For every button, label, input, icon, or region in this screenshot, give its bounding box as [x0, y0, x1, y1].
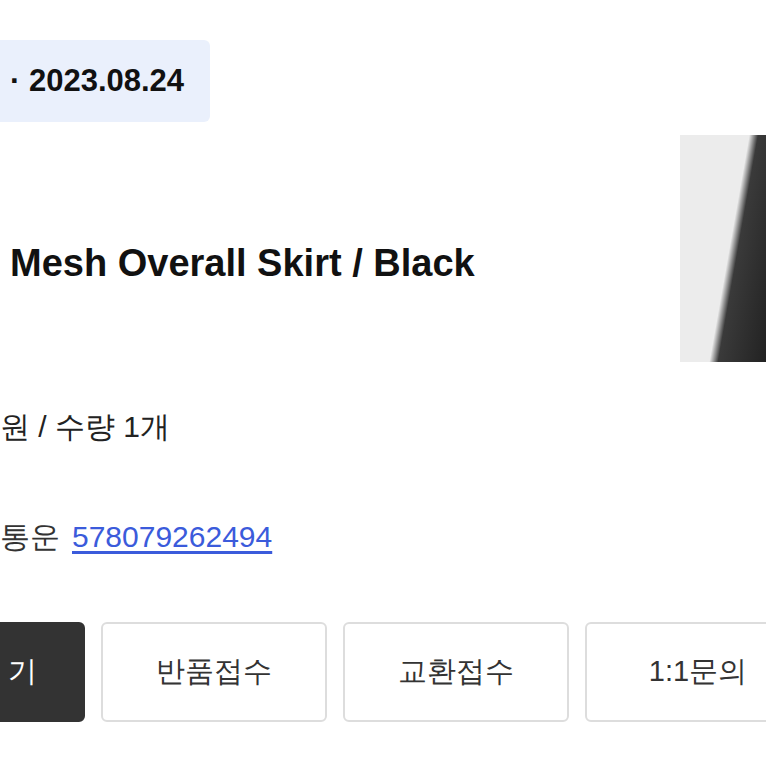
tracking-number-link[interactable]: 578079262494: [72, 517, 272, 557]
product-name[interactable]: Mesh Overall Skirt / Black: [0, 238, 668, 288]
status-badge: · 2023.08.24: [0, 40, 210, 122]
product-row: Mesh Overall Skirt / Black 원 / 수량 1개통운 578…: [0, 135, 766, 557]
action-buttons: 기반품접수교환접수1:1문의: [0, 622, 766, 722]
action-button[interactable]: 교환접수: [343, 622, 569, 722]
product-info: Mesh Overall Skirt / Black 원 / 수량 1개통운 578…: [0, 135, 668, 557]
action-button[interactable]: 반품접수: [101, 622, 327, 722]
primary-action-button[interactable]: 기: [0, 622, 85, 722]
delivery-info: 통운 578079262494: [0, 517, 668, 557]
product-thumbnail[interactable]: [680, 135, 766, 362]
price-quantity: 원 / 수량 1개: [0, 407, 668, 447]
action-button[interactable]: 1:1문의: [585, 622, 766, 722]
order-detail: · 2023.08.24 Mesh Overall Skirt / Black 원 …: [0, 0, 766, 766]
courier-name: 통운: [0, 517, 60, 557]
